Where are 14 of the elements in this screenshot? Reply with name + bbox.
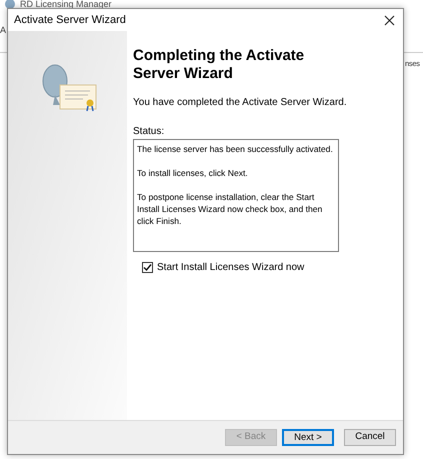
close-icon[interactable] — [384, 14, 395, 26]
wizard-button[interactable]: Next > — [282, 429, 334, 446]
wizard-heading: Completing the Activate Server Wizard — [133, 47, 306, 83]
status-text: The license server has been successfully activated. — [137, 143, 334, 155]
dialog-title: Activate Server Wizard — [14, 12, 126, 28]
wizard-button[interactable]: Cancel — [344, 429, 396, 446]
app-title: RD Licensing Manager — [20, 0, 112, 9]
checkbox[interactable] — [142, 262, 153, 273]
intro-text: You have completed the Activate Server Wizard. — [133, 96, 348, 110]
status-label: Status: — [133, 125, 166, 139]
status-text: To postpone license installation, clear the Start Install Licenses Wizard now check box, and then click Finish. — [137, 191, 324, 227]
checkbox-label: Start Install Licenses Wizard now — [157, 261, 304, 275]
status-text: To install licenses, click Next. — [137, 167, 249, 179]
menu-item[interactable]: A — [0, 24, 6, 38]
